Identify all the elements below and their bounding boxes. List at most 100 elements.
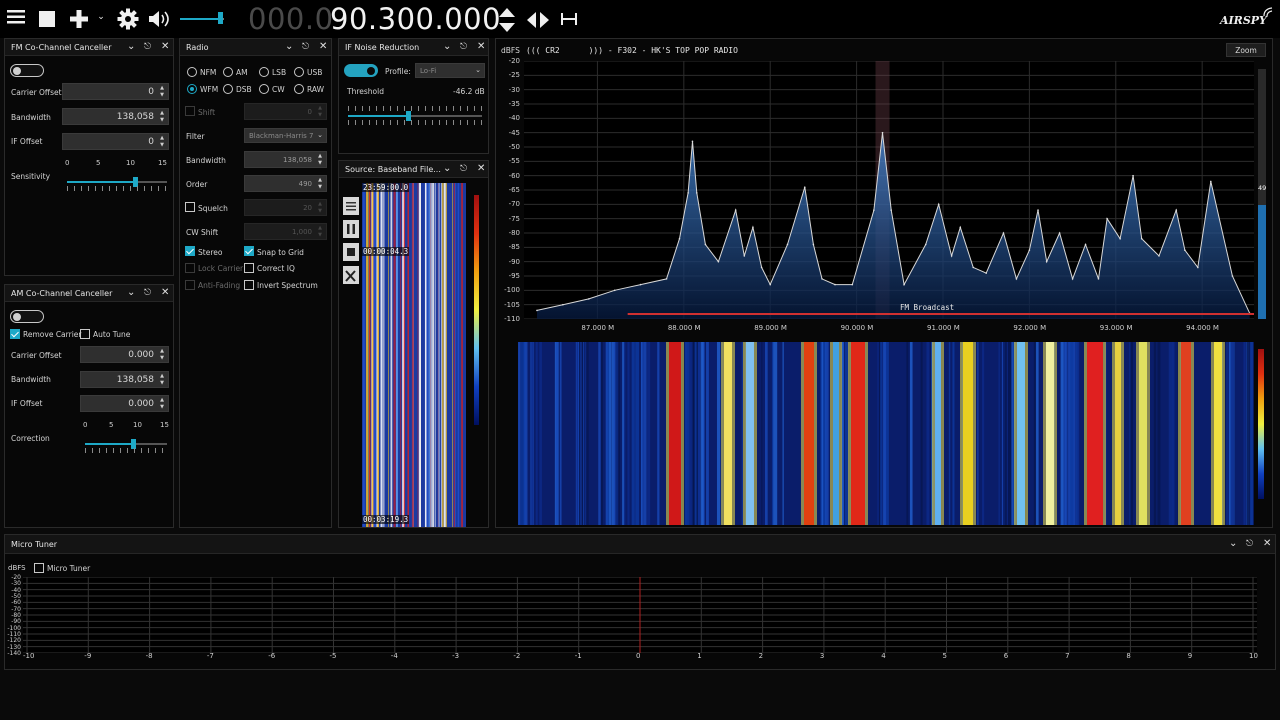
if-offset-field[interactable]: 0 ▲ ▼ xyxy=(62,133,169,150)
spinner-arrows-icon[interactable]: ▲ ▼ xyxy=(316,105,324,119)
if-offset-field[interactable]: 0.000 ▲ ▼ xyxy=(80,395,169,412)
add-icon[interactable] xyxy=(68,8,90,30)
spinner-arrows-icon[interactable]: ▲ ▼ xyxy=(158,397,166,411)
snap-to-grid-checkbox[interactable] xyxy=(244,246,254,256)
pin-icon[interactable]: ⎋ xyxy=(1246,538,1253,550)
micro-tuner-checkbox[interactable] xyxy=(34,563,44,573)
profile-select[interactable]: Lo-Fi ⌄ xyxy=(415,63,485,78)
pin-icon[interactable]: ⎋ xyxy=(302,41,309,53)
spinner-arrows-icon[interactable]: ▲ ▼ xyxy=(158,373,166,387)
bandwidth-field[interactable]: 138,058 ▲ ▼ xyxy=(80,371,169,388)
bandwidth-field[interactable]: 138,058 ▲ ▼ xyxy=(62,108,169,125)
spectrum-plot[interactable] xyxy=(524,61,1254,319)
waterfall-column xyxy=(1004,342,1007,525)
file-icon[interactable] xyxy=(343,197,359,215)
correct-iq-checkbox[interactable] xyxy=(244,263,254,273)
chevron-down-icon[interactable]: ⌄ xyxy=(96,12,106,26)
lock-carrier-checkbox[interactable] xyxy=(185,263,195,273)
spectrum-point xyxy=(1158,255,1160,257)
chevron-down-icon[interactable]: ⌄ xyxy=(127,41,135,53)
panel-title: FM Co-Channel Canceller xyxy=(11,43,112,52)
squelch-field[interactable]: 20 ▲ ▼ xyxy=(244,199,327,216)
mode-radio-usb[interactable] xyxy=(294,67,304,77)
spinner-arrows-icon[interactable]: ▲ ▼ xyxy=(158,348,166,362)
mode-radio-lsb[interactable] xyxy=(259,67,269,77)
threshold-slider[interactable] xyxy=(348,106,482,126)
spinner-arrows-icon[interactable]: ▲ ▼ xyxy=(316,153,324,167)
chevron-down-icon[interactable]: ⌄ xyxy=(127,287,135,299)
waterfall-signal xyxy=(669,342,681,525)
chevron-down-icon[interactable]: ⌄ xyxy=(443,41,451,53)
spinner-arrows-icon[interactable]: ▲ ▼ xyxy=(158,85,166,99)
order-field[interactable]: 490 ▲ ▼ xyxy=(244,175,327,192)
step-left-right-icon[interactable] xyxy=(526,10,550,30)
spectrum-point xyxy=(821,278,823,280)
spinner-arrows-icon[interactable]: ▲ ▼ xyxy=(158,135,166,149)
mode-radio-wfm[interactable] xyxy=(187,84,197,94)
stereo-checkbox[interactable] xyxy=(185,246,195,256)
waterfall-column xyxy=(1246,342,1250,525)
micro-tuner-plot[interactable] xyxy=(23,577,1257,653)
fm-cc-enable-toggle[interactable] xyxy=(10,64,44,77)
shift-field[interactable]: 0 ▲ ▼ xyxy=(244,103,327,120)
anti-fading-checkbox[interactable] xyxy=(185,280,195,290)
pin-icon[interactable]: ⎋ xyxy=(144,41,151,53)
chevron-down-icon[interactable]: ⌄ xyxy=(1229,538,1237,550)
bandwidth-field[interactable]: 138,058 ▲ ▼ xyxy=(244,151,327,168)
close-icon[interactable]: ✕ xyxy=(477,41,485,53)
remove-carrier-checkbox[interactable] xyxy=(10,329,20,339)
invert-spectrum-checkbox[interactable] xyxy=(244,280,254,290)
cw-shift-field[interactable]: 1,000 ▲ ▼ xyxy=(244,223,327,240)
stop-icon[interactable] xyxy=(343,243,359,261)
volume-slider[interactable] xyxy=(180,12,224,29)
close-icon[interactable]: ✕ xyxy=(1263,538,1271,550)
speaker-icon[interactable] xyxy=(148,9,172,29)
mode-radio-am[interactable] xyxy=(223,67,233,77)
pin-icon[interactable]: ⎋ xyxy=(460,163,467,175)
span-icon[interactable] xyxy=(560,12,578,26)
waterfall-column xyxy=(618,342,621,525)
correction-slider[interactable] xyxy=(85,439,167,454)
waterfall-signal xyxy=(833,342,839,525)
frequency-display[interactable]: 90.300.000 xyxy=(330,3,501,35)
spectrum-point xyxy=(562,303,564,306)
stop-icon[interactable] xyxy=(39,11,55,27)
level-slider[interactable] xyxy=(1258,69,1266,319)
spinner-arrows-icon[interactable]: ▲ ▼ xyxy=(316,177,324,191)
mode-radio-dsb[interactable] xyxy=(223,84,233,94)
close-icon[interactable]: ✕ xyxy=(477,163,485,175)
am-cc-enable-toggle[interactable] xyxy=(10,310,44,323)
gear-icon[interactable] xyxy=(117,8,139,30)
waterfall-display[interactable] xyxy=(518,342,1254,525)
mode-radio-raw[interactable] xyxy=(294,84,304,94)
pause-icon[interactable] xyxy=(343,220,359,238)
zoom-button[interactable]: Zoom xyxy=(1226,43,1266,57)
spinner-arrows-icon[interactable]: ▲ ▼ xyxy=(316,201,324,215)
auto-tune-checkbox[interactable] xyxy=(80,329,90,339)
carrier-offset-field[interactable]: 0 ▲ ▼ xyxy=(62,83,169,100)
sensitivity-slider[interactable] xyxy=(67,177,167,192)
pin-icon[interactable]: ⎋ xyxy=(460,41,467,53)
tools-icon[interactable] xyxy=(343,266,359,284)
chevron-down-icon[interactable]: ⌄ xyxy=(285,41,293,53)
frequency-display-dim[interactable]: 000.0 xyxy=(248,3,334,35)
chevron-down-icon[interactable]: ⌄ xyxy=(443,163,451,175)
close-icon[interactable]: ✕ xyxy=(319,41,327,53)
close-icon[interactable]: ✕ xyxy=(161,287,169,299)
filter-select[interactable]: Blackman-Harris 7 ⌄ xyxy=(244,128,327,143)
timeline-waterfall[interactable] xyxy=(362,183,466,527)
timeline-column xyxy=(377,183,379,527)
shift-checkbox[interactable] xyxy=(185,106,195,116)
carrier-offset-field[interactable]: 0.000 ▲ ▼ xyxy=(80,346,169,363)
mode-radio-nfm[interactable] xyxy=(187,67,197,77)
mode-radio-cw[interactable] xyxy=(259,84,269,94)
spinner-arrows-icon[interactable]: ▲ ▼ xyxy=(316,225,324,239)
squelch-checkbox[interactable] xyxy=(185,202,195,212)
spinner-arrows-icon[interactable]: ▲ ▼ xyxy=(158,110,166,124)
menu-icon[interactable] xyxy=(6,9,26,29)
pin-icon[interactable]: ⎋ xyxy=(144,287,151,299)
timeline-column xyxy=(395,183,398,527)
frequency-up-down-icon[interactable] xyxy=(498,7,516,33)
if-nr-enable-toggle[interactable] xyxy=(344,64,378,77)
close-icon[interactable]: ✕ xyxy=(161,41,169,53)
